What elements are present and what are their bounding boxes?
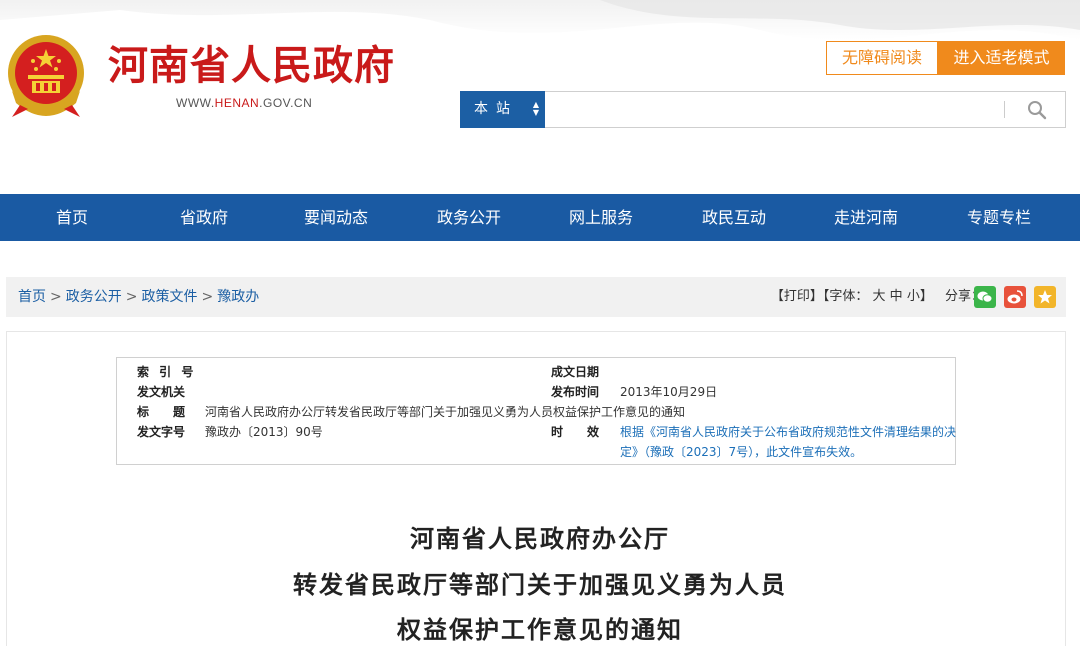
site-title[interactable]: 河南省人民政府 [108, 40, 395, 92]
breadcrumb-separator: > [125, 289, 138, 305]
favorite-icon[interactable] [1034, 286, 1056, 308]
document-number-label: 发文字号 [137, 425, 186, 439]
breadcrumb-government-affairs[interactable]: 政务公开 [66, 289, 122, 305]
site-url: WWW.HENAN.GOV.CN [176, 96, 312, 110]
document-info-table: 索 引 号 成文日期 发文机关 发布时间 2013年10月29日 标 题 河南省… [116, 357, 956, 465]
wechat-icon[interactable] [974, 286, 996, 308]
search-scope-select[interactable]: 本站 ▲ ▼ [460, 91, 545, 128]
document-title-line2: 转发省民政厅等部门关于加强见义勇为人员 [293, 570, 787, 599]
breadcrumb-home[interactable]: 首页 [18, 289, 46, 305]
page-tools: 【打印】【字体： 大 中 小】 分享： [771, 277, 984, 317]
search-scope-label: 本站 [474, 101, 518, 117]
font-medium-button[interactable]: 中 [890, 289, 903, 304]
publish-date-value: 2013年10月29日 [620, 385, 718, 399]
font-large-button[interactable]: 大 [873, 289, 886, 304]
search-bar: 本站 ▲ ▼ [460, 91, 1066, 128]
site-url-prefix: WWW. [176, 96, 215, 110]
search-input[interactable] [549, 94, 999, 125]
document-title-line3: 权益保护工作意见的通知 [397, 615, 683, 644]
weibo-icon[interactable] [1004, 286, 1026, 308]
nav-online-services[interactable]: 网上服务 [535, 194, 667, 241]
validity-link-line1[interactable]: 根据《河南省人民政府关于公布省政府规范性文件清理结果的决 [620, 423, 956, 440]
title-value: 河南省人民政府办公厅转发省民政厅等部门关于加强见义勇为人员权益保护工作意见的通知 [205, 405, 686, 419]
document-number-value: 豫政办〔2013〕90号 [205, 425, 323, 439]
nav-special-topics[interactable]: 专题专栏 [933, 194, 1065, 241]
site-url-highlight: HENAN [214, 96, 260, 110]
print-button[interactable]: 【打印】 [771, 289, 823, 304]
search-divider [1004, 101, 1005, 118]
national-emblem-icon[interactable] [6, 33, 86, 117]
publish-date-label: 发布时间 [551, 385, 600, 399]
site-url-suffix: .GOV.CN [259, 96, 313, 110]
validity-link-line2[interactable]: 定》（豫政〔2023〕7号），此文件宣布失效。 [620, 443, 862, 460]
written-date-label: 成文日期 [551, 365, 600, 379]
document-title-line1: 河南省人民政府办公厅 [410, 524, 670, 553]
search-icon[interactable] [1026, 99, 1048, 121]
validity-label: 时 效 [551, 425, 600, 439]
nav-government-affairs[interactable]: 政务公开 [403, 194, 535, 241]
issuing-authority-label: 发文机关 [137, 385, 186, 399]
font-small-button[interactable]: 小 [907, 289, 920, 304]
sort-arrows-icon: ▲ ▼ [532, 100, 539, 117]
breadcrumb-general-office[interactable]: 豫政办 [217, 289, 259, 305]
accessibility-reading-button[interactable]: 无障碍阅读 [826, 41, 938, 75]
index-number-label: 索 引 号 [137, 365, 197, 379]
breadcrumb-policy-documents[interactable]: 政策文件 [141, 289, 197, 305]
elder-mode-button[interactable]: 进入适老模式 [938, 41, 1065, 75]
breadcrumb-separator: > [50, 289, 62, 305]
nav-news[interactable]: 要闻动态 [270, 194, 402, 241]
nav-interaction[interactable]: 政民互动 [668, 194, 800, 241]
font-size-bracket: 】 [919, 289, 933, 304]
font-size-label: 【字体： [822, 289, 869, 304]
breadcrumb-separator: > [201, 289, 214, 305]
breadcrumb: 首页 > 政务公开 > 政策文件 > 豫政办 [18, 277, 259, 317]
breadcrumb-bar: 首页 > 政务公开 > 政策文件 > 豫政办 【打印】【字体： 大 中 小】 分享： [6, 277, 1066, 317]
site-header: 河南省人民政府 WWW.HENAN.GOV.CN 无障碍阅读 进入适老模式 本站… [0, 0, 1080, 194]
nav-about-henan[interactable]: 走进河南 [800, 194, 932, 241]
nav-home[interactable]: 首页 [6, 194, 138, 241]
nav-provincial-government[interactable]: 省政府 [138, 194, 270, 241]
title-label: 标 题 [137, 405, 186, 419]
main-nav: 首页 省政府 要闻动态 政务公开 网上服务 政民互动 走进河南 专题专栏 [0, 194, 1080, 241]
